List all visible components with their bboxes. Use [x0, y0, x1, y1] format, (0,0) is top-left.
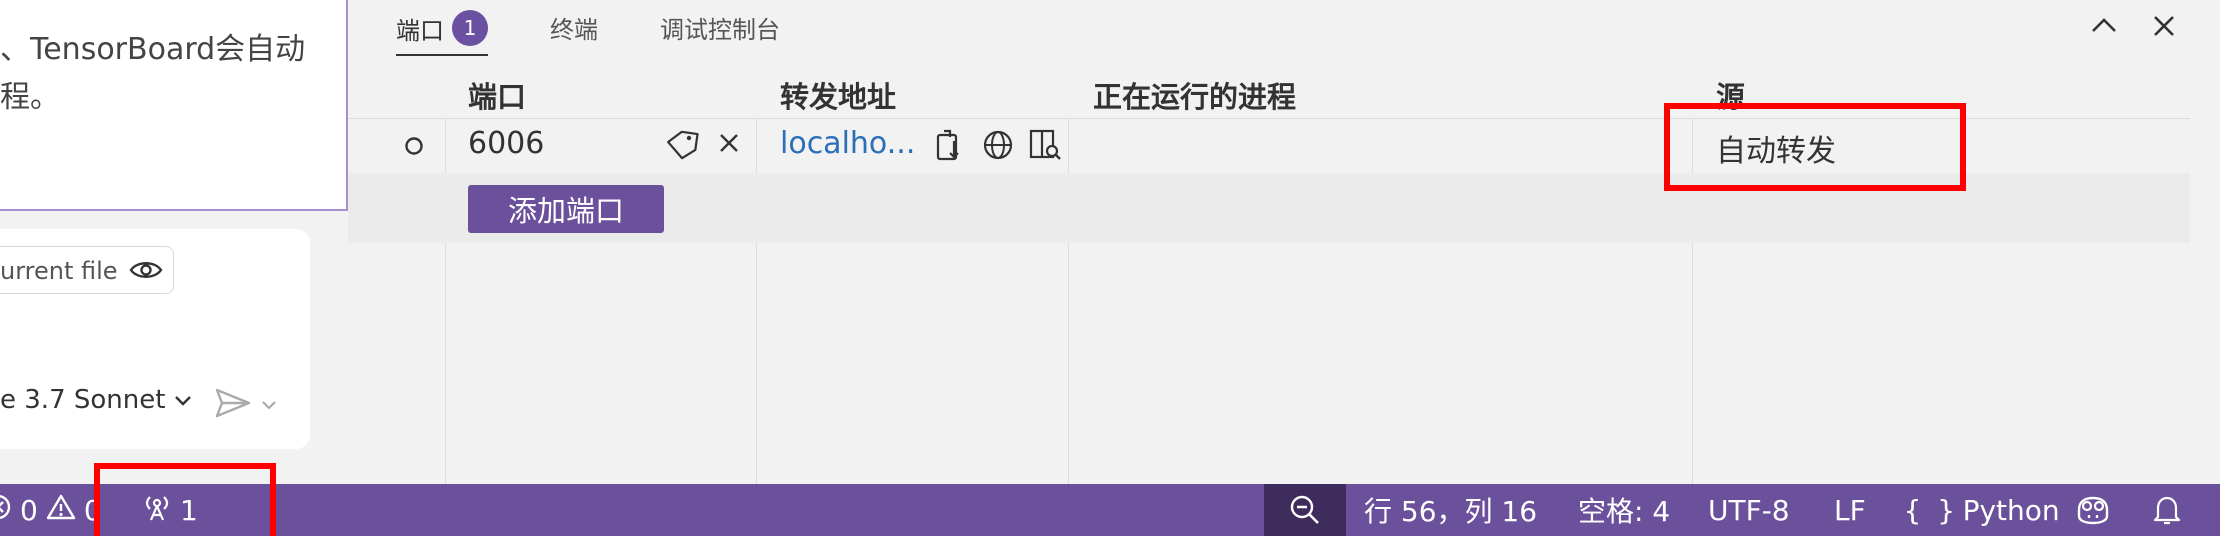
error-icon: [0, 493, 12, 528]
chat-input-card: urrent file e 3.7 Sonnet: [0, 229, 310, 449]
eol-label: LF: [1834, 493, 1866, 527]
language-mode-indicator[interactable]: { } Python: [1904, 484, 2060, 536]
chat-sidebar: 、TensorBoard会自动 程。 urrent file e 3.7 Son…: [0, 0, 348, 484]
chevron-down-icon[interactable]: [260, 396, 278, 415]
column-header-address: 转发地址: [780, 80, 897, 114]
forwarded-address-link[interactable]: localho...: [780, 126, 915, 161]
chevron-down-icon: [173, 385, 193, 415]
tab-terminal-label: 终端: [550, 16, 598, 44]
globe-icon[interactable]: [982, 129, 1014, 161]
send-button[interactable]: [214, 387, 278, 423]
encoding-label: UTF-8: [1708, 493, 1790, 527]
eye-icon[interactable]: [129, 258, 163, 286]
cursor-position-label: 行 56，列 16: [1364, 495, 1538, 528]
port-value: 6006: [468, 126, 545, 161]
error-count: 0: [20, 493, 38, 527]
status-bar: 0 0 1 行 56，列 16 空格: 4 UTF-8 LF { } Pytho…: [0, 484, 2220, 536]
language-label: Python: [1962, 493, 2060, 527]
indentation-indicator[interactable]: 空格: 4: [1578, 484, 1670, 536]
preview-in-editor-icon[interactable]: [1028, 127, 1062, 163]
tag-icon[interactable]: [664, 128, 700, 160]
panel-tabs: 端口 1 终端 调试控制台: [348, 0, 2220, 56]
tab-ports[interactable]: 端口 1: [396, 10, 488, 56]
tooltip-popup: 、TensorBoard会自动 程。: [0, 0, 348, 211]
add-port-button[interactable]: 添加端口: [468, 185, 664, 233]
column-header-port: 端口: [468, 80, 527, 114]
tab-debug-console[interactable]: 调试控制台: [660, 10, 780, 45]
braces-icon: { }: [1904, 493, 1955, 527]
problems-indicator[interactable]: 0 0: [0, 484, 102, 536]
bell-icon[interactable]: [2152, 484, 2182, 536]
ports-count-badge: 1: [452, 10, 488, 46]
warning-icon: [46, 493, 76, 528]
tooltip-text-line-1: 、TensorBoard会自动: [0, 32, 306, 67]
zoom-out-icon[interactable]: [1264, 484, 1346, 536]
tab-debug-console-label: 调试控制台: [660, 16, 780, 44]
port-status-circle-icon: [404, 136, 424, 156]
highlight-box: [1664, 103, 1966, 191]
close-icon[interactable]: [718, 132, 740, 154]
model-selector[interactable]: e 3.7 Sonnet: [0, 385, 193, 415]
indentation-label: 空格: 4: [1578, 495, 1671, 528]
current-file-label: urrent file: [0, 257, 118, 285]
close-icon[interactable]: [2148, 10, 2180, 42]
model-label: e 3.7 Sonnet: [0, 385, 166, 415]
send-icon: [214, 387, 252, 423]
bottom-panel: 端口 1 终端 调试控制台 端口 转发地址 正在运行的进程 源 6006 loc…: [348, 0, 2220, 484]
cursor-position[interactable]: 行 56，列 16: [1364, 484, 1537, 536]
copy-address-icon[interactable]: [934, 127, 964, 163]
eol-indicator[interactable]: LF: [1834, 484, 1866, 536]
highlight-box: [94, 463, 276, 536]
column-header-process: 正在运行的进程: [1093, 80, 1297, 114]
maximize-panel-icon[interactable]: [2088, 10, 2120, 42]
current-file-chip[interactable]: urrent file: [0, 246, 174, 294]
encoding-indicator[interactable]: UTF-8: [1708, 484, 1790, 536]
tab-terminal[interactable]: 终端: [550, 10, 598, 45]
copilot-icon[interactable]: [2074, 484, 2112, 536]
tooltip-text-line-2: 程。: [0, 80, 60, 115]
tab-ports-label: 端口: [396, 16, 444, 45]
